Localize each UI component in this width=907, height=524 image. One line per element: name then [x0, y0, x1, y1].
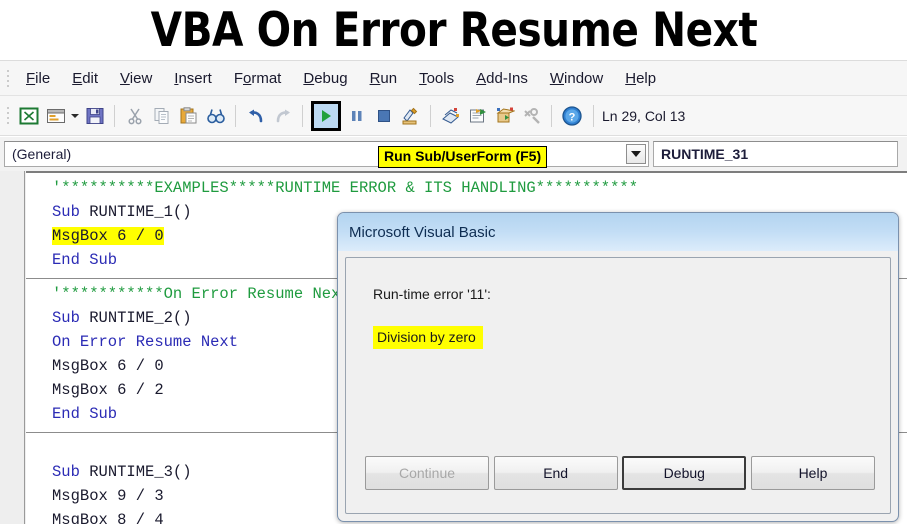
menu-item-view[interactable]: View: [109, 67, 163, 90]
code-keyword: On Error Resume Next: [52, 333, 239, 351]
standard-toolbar: ? Ln 29, Col 13: [0, 96, 907, 136]
menu-item-debug[interactable]: Debug: [292, 67, 358, 90]
end-button[interactable]: End: [493, 456, 618, 490]
menu-item-tools[interactable]: Tools: [408, 67, 465, 90]
svg-text:?: ?: [568, 111, 575, 123]
help-button[interactable]: Help: [750, 456, 875, 490]
dialog-title: Microsoft Visual Basic: [349, 223, 496, 241]
menu-item-run[interactable]: Run: [359, 67, 409, 90]
menu-item-format[interactable]: Format: [223, 67, 293, 90]
cut-icon[interactable]: [121, 102, 148, 129]
code-keyword: End Sub: [52, 405, 118, 423]
code-text: MsgBox 6 / 0: [52, 357, 164, 375]
menu-item-insert[interactable]: Insert: [163, 67, 223, 90]
toolbar-separator: [430, 104, 431, 127]
code-keyword: End Sub: [52, 251, 118, 269]
menu-item-addins[interactable]: Add-Ins: [465, 67, 539, 90]
find-icon[interactable]: [202, 102, 229, 129]
code-keyword: Sub: [52, 309, 90, 327]
toolbar-separator: [235, 104, 236, 127]
properties-window-icon[interactable]: [464, 102, 491, 129]
chevron-down-icon[interactable]: [626, 144, 646, 164]
undo-icon[interactable]: [242, 102, 269, 129]
view-excel-icon[interactable]: [15, 102, 42, 129]
run-sub-userform-icon[interactable]: [311, 100, 341, 131]
code-text: MsgBox 9 / 3: [52, 487, 164, 505]
code-keyword: Sub: [52, 463, 90, 481]
insert-userform-icon[interactable]: [42, 102, 69, 129]
code-line: '**********EXAMPLES*****RUNTIME ERROR & …: [26, 176, 907, 200]
debug-button[interactable]: Debug: [622, 456, 747, 490]
design-mode-icon[interactable]: [397, 102, 424, 129]
runtime-error-dialog: Microsoft Visual Basic Run-time error '1…: [337, 212, 899, 522]
project-explorer-icon[interactable]: [437, 102, 464, 129]
menu-item-edit[interactable]: Edit: [61, 67, 109, 90]
redo-icon[interactable]: [269, 102, 296, 129]
object-combo-value: (General): [12, 146, 72, 162]
code-text: MsgBox 8 / 4: [52, 511, 164, 524]
menu-item-window[interactable]: Window: [539, 67, 614, 90]
toolbar-grip-handle[interactable]: [4, 105, 11, 127]
code-keyword: Sub: [52, 203, 90, 221]
cursor-position-status: Ln 29, Col 13: [602, 107, 686, 124]
code-comment: '**********EXAMPLES*****RUNTIME ERROR & …: [52, 179, 638, 197]
code-text: MsgBox 6 / 2: [52, 381, 164, 399]
vba-editor-screenshot: VBA On Error Resume Next File Edit View Ins…: [0, 0, 907, 524]
page-title: VBA On Error Resume Next: [150, 2, 757, 58]
code-margin-indicator-bar[interactable]: [0, 171, 25, 524]
save-icon[interactable]: [81, 102, 108, 129]
toolbox-icon[interactable]: [518, 102, 545, 129]
dialog-button-row: Continue End Debug Help: [365, 456, 875, 490]
highlighted-code: MsgBox 6 / 0: [52, 227, 164, 245]
code-text: RUNTIME_2(): [89, 309, 192, 327]
menu-grip-handle[interactable]: [4, 67, 11, 89]
menu-item-file[interactable]: File: [15, 67, 61, 90]
dialog-title-bar: Microsoft Visual Basic: [338, 213, 898, 251]
procedure-combo-value: RUNTIME_31: [661, 146, 749, 162]
menu-item-help[interactable]: Help: [614, 67, 667, 90]
toolbar-separator: [302, 104, 303, 127]
error-description-text: Division by zero: [373, 326, 483, 349]
toolbar-separator: [114, 104, 115, 127]
chevron-down-icon[interactable]: [69, 102, 81, 129]
toolbar-separator: [593, 104, 594, 127]
dialog-body: Run-time error '11': Division by zero Co…: [345, 257, 891, 514]
error-code-text: Run-time error '11':: [373, 286, 491, 302]
page-title-band: VBA On Error Resume Next: [0, 0, 907, 60]
code-text: RUNTIME_1(): [89, 203, 192, 221]
reset-icon[interactable]: [370, 102, 397, 129]
code-text: RUNTIME_3(): [89, 463, 192, 481]
copy-icon[interactable]: [148, 102, 175, 129]
procedure-combo[interactable]: RUNTIME_31: [653, 141, 898, 167]
menu-bar: File Edit View Insert Format Debug Run Tools Add…: [0, 60, 907, 96]
paste-icon[interactable]: [175, 102, 202, 129]
break-icon[interactable]: [343, 102, 370, 129]
continue-button: Continue: [365, 456, 489, 490]
run-button-tooltip: Run Sub/UserForm (F5): [378, 146, 548, 169]
toolbar-separator: [551, 104, 552, 127]
object-combo[interactable]: (General): [4, 141, 649, 167]
help-icon[interactable]: ?: [558, 102, 585, 129]
object-browser-icon[interactable]: [491, 102, 518, 129]
